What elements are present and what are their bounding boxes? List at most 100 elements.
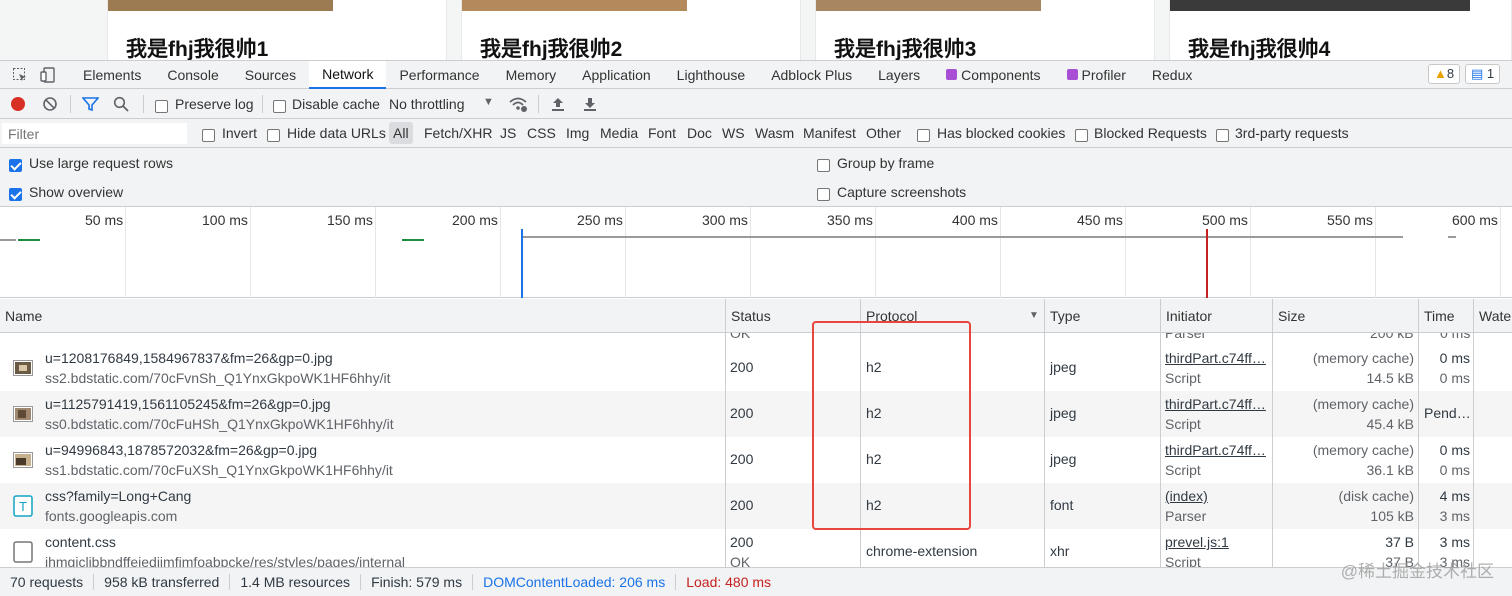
device-toolbar-icon[interactable] xyxy=(38,65,58,85)
table-row[interactable]: u=1125791419,1561105245&fm=26&gp=0.jpg s… xyxy=(0,391,1512,437)
search-icon[interactable] xyxy=(113,96,129,115)
network-toolbar: Preserve log Disable cache No throttling… xyxy=(0,89,1512,119)
filter-type-img[interactable]: Img xyxy=(566,125,589,141)
filter-type-other[interactable]: Other xyxy=(866,125,901,141)
message-icon: ▤ xyxy=(1471,66,1484,81)
initiator-link[interactable]: thirdPart.c74ff… xyxy=(1165,396,1266,412)
tab-profiler[interactable]: Profiler xyxy=(1054,61,1139,89)
filter-type-media[interactable]: Media xyxy=(600,125,638,141)
column-divider xyxy=(725,333,726,567)
request-latency: 0 ms xyxy=(1439,462,1470,478)
messages-badge[interactable]: ▤ 1 xyxy=(1465,64,1501,84)
tab-elements[interactable]: Elements xyxy=(70,61,154,89)
overview-bar xyxy=(1448,236,1456,238)
column-size[interactable]: Size xyxy=(1272,299,1418,333)
network-overview[interactable]: 50 ms 100 ms 150 ms 200 ms 250 ms 300 ms… xyxy=(0,207,1512,298)
svg-text:T: T xyxy=(19,499,27,514)
group-by-frame-checkbox[interactable] xyxy=(817,156,830,172)
sort-descending-icon: ▼ xyxy=(1029,310,1039,321)
tab-layers[interactable]: Layers xyxy=(865,61,933,89)
column-divider xyxy=(1418,333,1419,567)
overview-tick: 400 ms xyxy=(952,212,998,228)
column-time[interactable]: Time xyxy=(1418,299,1473,333)
tab-profiler-label: Profiler xyxy=(1081,66,1126,83)
initiator-link[interactable]: (index) xyxy=(1165,488,1208,504)
request-domain: ss0.bdstatic.com/70cFuHSh_Q1YnxGkpoWK1HF… xyxy=(45,416,394,432)
hide-data-urls-checkbox[interactable] xyxy=(267,126,280,142)
request-status-text: OK xyxy=(730,554,751,567)
tab-components[interactable]: Components xyxy=(933,61,1053,89)
import-har-icon[interactable] xyxy=(551,96,565,115)
tab-redux[interactable]: Redux xyxy=(1139,61,1205,89)
image-card[interactable]: 我是fhj我很帅1 xyxy=(107,0,447,60)
card-image xyxy=(816,0,1041,11)
third-party-label: 3rd-party requests xyxy=(1235,125,1349,141)
record-icon[interactable] xyxy=(11,97,25,111)
column-type[interactable]: Type xyxy=(1044,299,1160,333)
column-name[interactable]: Name xyxy=(0,299,725,333)
overview-tick: 350 ms xyxy=(827,212,873,228)
filter-type-manifest[interactable]: Manifest xyxy=(803,125,856,141)
tab-adblock-plus[interactable]: Adblock Plus xyxy=(758,61,865,89)
table-row[interactable]: u=94996843,1878572032&fm=26&gp=0.jpg ss1… xyxy=(0,437,1512,483)
initiator-link[interactable]: thirdPart.c74ff… xyxy=(1165,442,1266,458)
network-conditions-icon[interactable] xyxy=(508,95,528,116)
request-protocol: chrome-extension xyxy=(866,543,978,559)
third-party-checkbox[interactable] xyxy=(1216,126,1229,142)
filter-type-css[interactable]: CSS xyxy=(527,125,556,141)
filter-type-fetch-xhr[interactable]: Fetch/XHR xyxy=(424,125,492,141)
tab-lighthouse[interactable]: Lighthouse xyxy=(664,61,759,89)
request-status: 200 xyxy=(730,497,754,513)
filter-type-wasm[interactable]: Wasm xyxy=(755,125,794,141)
large-rows-checkbox[interactable] xyxy=(9,156,22,172)
image-card[interactable]: 我是fhj我很帅2 xyxy=(461,0,801,60)
table-row[interactable]: u=1208176849,1584967837&fm=26&gp=0.jpg s… xyxy=(0,345,1512,391)
filter-type-ws[interactable]: WS xyxy=(722,125,745,141)
invert-checkbox[interactable] xyxy=(202,126,215,142)
export-har-icon[interactable] xyxy=(583,96,597,115)
image-card[interactable]: 我是fhj我很帅3 xyxy=(815,0,1155,60)
filter-type-js[interactable]: JS xyxy=(500,125,516,141)
filter-type-font[interactable]: Font xyxy=(648,125,676,141)
filter-type-all[interactable]: All xyxy=(389,122,413,144)
table-row[interactable]: OK Parser 200 kB 0 ms xyxy=(0,333,1512,345)
tab-memory[interactable]: Memory xyxy=(493,61,570,89)
image-card[interactable]: 我是fhj我很帅4 xyxy=(1169,0,1512,60)
show-overview-checkbox[interactable] xyxy=(9,185,22,201)
warnings-badge[interactable]: ▲8 xyxy=(1428,64,1461,84)
table-row[interactable]: T css?family=Long+Cang fonts.googleapis.… xyxy=(0,483,1512,529)
column-waterfall[interactable]: Wate xyxy=(1473,299,1512,333)
initiator-link[interactable]: prevel.js:1 xyxy=(1165,534,1229,550)
initiator-type: Script xyxy=(1165,416,1201,432)
image-file-icon xyxy=(13,449,33,471)
inspect-element-icon[interactable] xyxy=(10,65,30,85)
partial-initiator: Parser xyxy=(1165,333,1207,341)
overview-tick: 450 ms xyxy=(1077,212,1123,228)
filter-icon[interactable] xyxy=(81,96,100,115)
chevron-down-icon[interactable]: ▼ xyxy=(483,96,494,108)
divider xyxy=(143,95,144,113)
initiator-type: Parser xyxy=(1165,508,1207,524)
blocked-cookies-checkbox[interactable] xyxy=(917,126,930,142)
capture-screenshots-checkbox[interactable] xyxy=(817,185,830,201)
tab-console[interactable]: Console xyxy=(154,61,231,89)
preserve-log-checkbox[interactable] xyxy=(155,97,168,113)
throttling-select[interactable]: No throttling xyxy=(389,96,464,112)
disable-cache-checkbox[interactable] xyxy=(273,97,286,113)
blocked-requests-checkbox[interactable] xyxy=(1075,126,1088,142)
clear-icon[interactable] xyxy=(42,96,58,115)
table-row[interactable]: content.css jhmgjclibbndffeiedjimfimfoab… xyxy=(0,529,1512,567)
filter-type-doc[interactable]: Doc xyxy=(687,125,712,141)
overview-tick: 500 ms xyxy=(1202,212,1248,228)
tab-performance[interactable]: Performance xyxy=(386,61,492,89)
tab-network[interactable]: Network xyxy=(309,60,387,89)
filter-input[interactable] xyxy=(2,123,187,144)
request-size: 45.4 kB xyxy=(1366,416,1414,432)
request-status: 200 xyxy=(730,359,754,375)
tab-sources[interactable]: Sources xyxy=(232,61,309,89)
large-rows-label: Use large request rows xyxy=(29,155,173,171)
column-initiator[interactable]: Initiator xyxy=(1160,299,1272,333)
initiator-link[interactable]: thirdPart.c74ff… xyxy=(1165,350,1266,366)
column-divider xyxy=(1160,333,1161,567)
tab-application[interactable]: Application xyxy=(569,61,664,89)
